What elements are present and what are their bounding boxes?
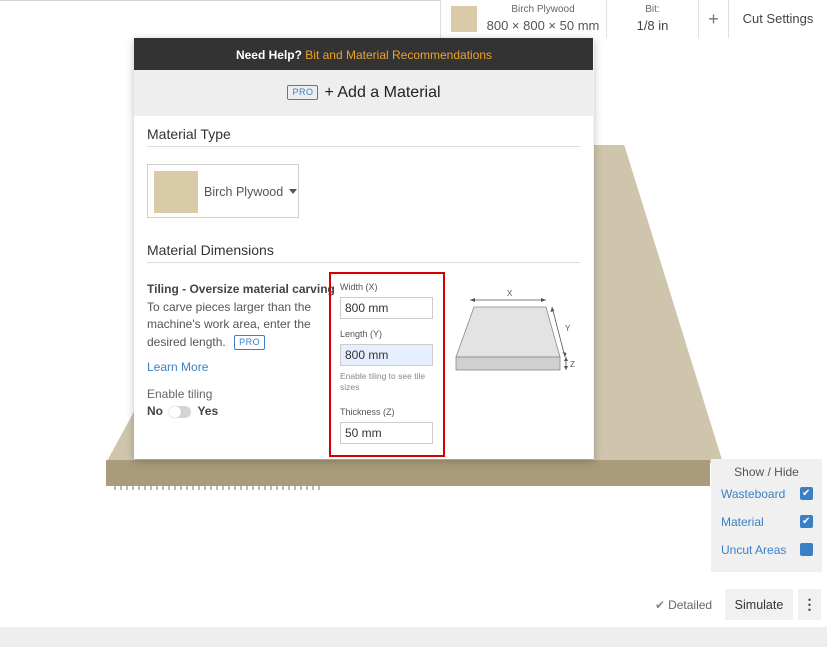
z-axis-label: Z <box>570 360 575 369</box>
length-label: Length (Y) <box>340 329 383 339</box>
length-input[interactable] <box>340 344 433 366</box>
pro-badge: PRO <box>287 85 319 101</box>
tiling-toggle[interactable] <box>169 405 192 418</box>
z-arrow <box>564 357 568 370</box>
simulate-button[interactable]: Simulate <box>725 589 793 620</box>
wasteboard-dots <box>114 486 324 490</box>
add-bit-button[interactable]: + <box>698 0 728 38</box>
material-dimensions-heading: Material Dimensions <box>147 242 274 258</box>
tiling-text: To carve pieces larger than the machine'… <box>147 299 312 349</box>
tiling-pro-badge: PRO <box>234 334 266 350</box>
more-options-icon[interactable]: ⋮ <box>798 589 821 620</box>
toggle-knob <box>169 405 182 418</box>
recommendations-link[interactable]: Bit and Material Recommendations <box>305 48 492 62</box>
tiling-description: Tiling - Oversize material carving To ca… <box>147 281 335 351</box>
bit-label: Bit: <box>645 4 660 15</box>
wasteboard-label: Wasteboard <box>721 487 786 501</box>
enable-tiling-label: Enable tiling <box>147 387 213 401</box>
uncut-areas-checkbox[interactable] <box>800 543 813 556</box>
y-axis-label: Y <box>565 324 571 333</box>
board-top-shape <box>455 306 561 358</box>
help-banner: Need Help? Bit and Material Recommendati… <box>134 38 594 70</box>
top-toolbar: Birch Plywood 800 × 800 × 50 mm Bit: 1/8… <box>0 0 827 38</box>
material-name: Birch Plywood <box>511 4 575 15</box>
show-hide-title: Show / Hide <box>734 465 799 479</box>
material-type-heading: Material Type <box>147 126 231 142</box>
tiling-toggle-row: No Yes <box>147 404 218 418</box>
cut-settings-button[interactable]: Cut Settings <box>728 0 827 38</box>
learn-more-link[interactable]: Learn More <box>147 360 208 374</box>
x-axis-label: X <box>507 289 513 298</box>
detailed-label: Detailed <box>668 598 713 612</box>
tiling-hint: Enable tiling to see tile sizes <box>340 371 426 392</box>
toggle-yes-label: Yes <box>197 404 219 418</box>
wasteboard-checkbox[interactable]: ✔ <box>800 487 813 500</box>
check-icon: ✔ <box>802 488 811 499</box>
show-hide-panel: Show / Hide Wasteboard ✔ Material ✔ Uncu… <box>711 459 822 572</box>
material-label: Material <box>721 515 764 529</box>
section-divider <box>147 146 580 147</box>
material-summary-button[interactable]: Birch Plywood 800 × 800 × 50 mm <box>440 0 606 38</box>
modal-header: PRO + Add a Material <box>134 70 594 116</box>
add-material-modal: Need Help? Bit and Material Recommendati… <box>134 38 594 459</box>
toggle-uncut-areas[interactable]: Uncut Areas <box>721 543 813 557</box>
bit-value: 1/8 in <box>636 18 669 33</box>
uncut-areas-label: Uncut Areas <box>721 543 787 557</box>
bit-selector-button[interactable]: Bit: 1/8 in <box>606 0 698 38</box>
board-edge-shape <box>455 356 561 371</box>
material-type-dropdown[interactable]: Birch Plywood <box>147 164 299 218</box>
material-dropdown-value: Birch Plywood <box>204 185 284 199</box>
material-dimensions: 800 × 800 × 50 mm <box>486 18 600 33</box>
thickness-input[interactable] <box>340 422 433 444</box>
material-checkbox[interactable]: ✔ <box>800 515 813 528</box>
toggle-material[interactable]: Material ✔ <box>721 515 813 529</box>
help-prefix: Need Help? <box>235 48 302 62</box>
check-icon: ✔ <box>802 516 811 527</box>
toggle-wasteboard[interactable]: Wasteboard ✔ <box>721 487 813 501</box>
modal-scrollbar[interactable] <box>593 38 594 459</box>
bottom-status-bar <box>0 627 827 647</box>
thickness-label: Thickness (Z) <box>340 407 395 417</box>
tiling-title: Tiling - Oversize material carving <box>147 282 335 296</box>
toggle-no-label: No <box>147 404 163 418</box>
caret-down-icon <box>289 189 297 194</box>
width-input[interactable] <box>340 297 433 319</box>
material-swatch <box>154 171 198 213</box>
section-divider <box>147 262 580 263</box>
width-label: Width (X) <box>340 282 378 292</box>
dimension-diagram: X Y Z <box>455 289 575 371</box>
material-swatch <box>451 6 477 32</box>
detailed-toggle[interactable]: ✔ Detailed <box>655 598 712 612</box>
x-arrow <box>470 298 546 302</box>
modal-title: + Add a Material <box>324 84 441 101</box>
checkmark-icon: ✔ <box>655 598 666 612</box>
material-board-edge <box>106 460 710 486</box>
toolbar-divider-line <box>0 0 440 1</box>
